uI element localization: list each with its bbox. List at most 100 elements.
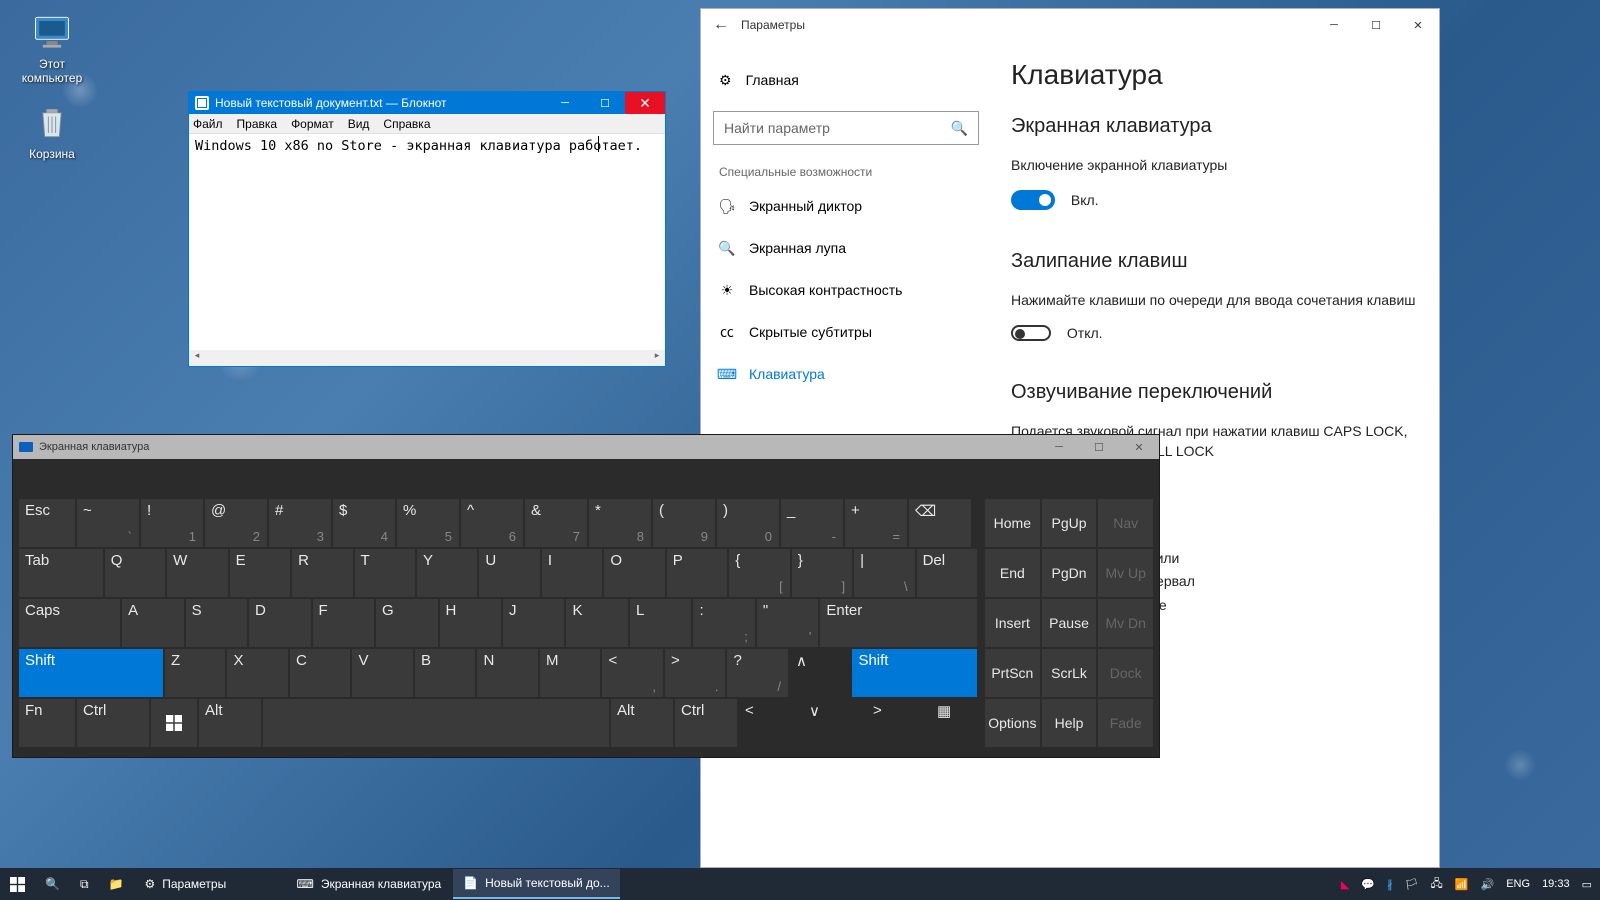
osk-side-key[interactable]: Fade xyxy=(1098,699,1153,747)
osk-side-key[interactable]: ScrLk xyxy=(1042,649,1097,697)
osk-side-key[interactable]: Mv Up xyxy=(1098,549,1153,597)
osk-key[interactable]: D xyxy=(249,599,310,647)
osk-key[interactable]: )0 xyxy=(717,499,779,547)
back-button[interactable]: ← xyxy=(701,16,741,34)
taskbar-app-notepad[interactable]: 📄Новый текстовый до... xyxy=(453,869,620,899)
osk-key[interactable]: Shift xyxy=(19,649,163,697)
osk-key[interactable]: Ctrl xyxy=(77,699,149,747)
close-button[interactable]: ✕ xyxy=(1119,441,1159,454)
osk-key[interactable]: Shift xyxy=(852,649,977,697)
osk-key[interactable] xyxy=(263,699,609,747)
osk-toggle[interactable] xyxy=(1011,190,1055,210)
osk-key[interactable]: ~` xyxy=(77,499,139,547)
osk-key[interactable]: G xyxy=(376,599,437,647)
explorer-button[interactable]: 📁 xyxy=(99,868,134,900)
tray-bluetooth-icon[interactable]: ∦ xyxy=(1387,878,1393,891)
osk-side-key[interactable]: Options xyxy=(985,699,1040,747)
menu-help[interactable]: Справка xyxy=(383,117,430,131)
osk-side-key[interactable]: PgDn xyxy=(1042,549,1097,597)
minimize-button[interactable]: ─ xyxy=(1313,9,1355,41)
osk-key[interactable]: Tab xyxy=(19,549,103,597)
osk-side-key[interactable]: Help xyxy=(1042,699,1097,747)
maximize-button[interactable]: ☐ xyxy=(1355,9,1397,41)
tray-clock[interactable]: 19:33 xyxy=(1542,878,1570,890)
osk-side-key[interactable]: Dock xyxy=(1098,649,1153,697)
osk-key[interactable]: J xyxy=(503,599,564,647)
osk-key[interactable]: "' xyxy=(757,599,818,647)
osk-key[interactable]: _- xyxy=(781,499,843,547)
osk-key[interactable]: |\ xyxy=(854,549,914,597)
osk-key[interactable]: X xyxy=(227,649,288,697)
osk-side-key[interactable]: PgUp xyxy=(1042,499,1097,547)
osk-key[interactable]: Enter xyxy=(820,599,977,647)
osk-key[interactable]: %5 xyxy=(397,499,459,547)
osk-key[interactable]: #3 xyxy=(269,499,331,547)
osk-key[interactable]: @2 xyxy=(205,499,267,547)
nav-home[interactable]: ⚙ Главная xyxy=(713,59,979,101)
taskbar-app-settings[interactable]: ⚙Параметры xyxy=(134,869,284,899)
nav-contrast[interactable]: ☀Высокая контрастность xyxy=(713,269,979,311)
osk-side-key[interactable]: Home xyxy=(985,499,1040,547)
osk-key[interactable]: ⌫ xyxy=(909,499,971,547)
osk-key[interactable]: U xyxy=(479,549,539,597)
osk-key[interactable]: <, xyxy=(602,649,663,697)
menu-edit[interactable]: Правка xyxy=(237,117,278,131)
settings-search[interactable]: Найти параметр 🔍 xyxy=(713,111,979,145)
tray-notifications-icon[interactable]: ▭ xyxy=(1582,878,1592,891)
osk-key[interactable]: Alt xyxy=(199,699,261,747)
tray-volume-icon[interactable]: 🔊 xyxy=(1481,878,1495,891)
osk-key[interactable] xyxy=(151,699,197,747)
osk-key[interactable]: T xyxy=(355,549,415,597)
nav-magnifier[interactable]: 🔍Экранная лупа xyxy=(713,227,979,269)
osk-key[interactable]: {[ xyxy=(729,549,789,597)
tray-network-icon[interactable]: 🖧 xyxy=(1431,875,1443,894)
osk-key[interactable]: >. xyxy=(665,649,726,697)
taskbar-app-osk[interactable]: ⌨Экранная клавиатура xyxy=(286,869,451,899)
osk-key[interactable]: *8 xyxy=(589,499,651,547)
osk-key[interactable]: I xyxy=(542,549,602,597)
osk-key[interactable]: S xyxy=(186,599,247,647)
close-button[interactable]: ✕ xyxy=(1397,9,1439,41)
tray-wifi-icon[interactable]: 📶 xyxy=(1455,878,1469,891)
menu-view[interactable]: Вид xyxy=(348,117,370,131)
osk-key[interactable]: &7 xyxy=(525,499,587,547)
tray-chevron-icon[interactable]: ◣ xyxy=(1341,878,1349,891)
osk-key[interactable]: ?/ xyxy=(727,649,788,697)
osk-key[interactable]: P xyxy=(667,549,727,597)
osk-key[interactable]: Z xyxy=(165,649,226,697)
osk-key[interactable]: }] xyxy=(792,549,852,597)
osk-key[interactable]: :; xyxy=(693,599,754,647)
tray-lang[interactable]: ENG xyxy=(1506,878,1530,890)
osk-key[interactable]: Y xyxy=(417,549,477,597)
osk-key[interactable]: Alt xyxy=(611,699,673,747)
osk-key[interactable]: Q xyxy=(105,549,165,597)
minimize-button[interactable]: ─ xyxy=(1039,441,1079,454)
nav-keyboard[interactable]: ⌨Клавиатура xyxy=(713,353,979,395)
osk-key[interactable]: Fn xyxy=(19,699,75,747)
minimize-button[interactable]: ─ xyxy=(545,92,585,114)
osk-key[interactable]: Caps xyxy=(19,599,120,647)
osk-side-key[interactable]: PrtScn xyxy=(985,649,1040,697)
osk-key[interactable]: W xyxy=(167,549,227,597)
osk-key[interactable]: H xyxy=(440,599,501,647)
osk-key[interactable]: F xyxy=(313,599,374,647)
osk-key[interactable]: += xyxy=(845,499,907,547)
nav-narrator[interactable]: 🗣Экранный диктор xyxy=(713,185,979,227)
osk-key[interactable]: !1 xyxy=(141,499,203,547)
osk-key[interactable]: (9 xyxy=(653,499,715,547)
start-button[interactable] xyxy=(0,868,35,900)
osk-side-key[interactable]: Mv Dn xyxy=(1098,599,1153,647)
osk-key[interactable]: V xyxy=(352,649,413,697)
menu-file[interactable]: Файл xyxy=(193,117,223,131)
osk-key[interactable]: ▦ xyxy=(931,699,977,747)
osk-side-key[interactable]: Pause xyxy=(1042,599,1097,647)
osk-side-key[interactable]: End xyxy=(985,549,1040,597)
osk-key[interactable]: > xyxy=(867,699,929,747)
osk-key[interactable]: Ctrl xyxy=(675,699,737,747)
taskview-button[interactable]: ⧉ xyxy=(70,868,99,900)
osk-key[interactable]: M xyxy=(540,649,601,697)
tray-security-icon[interactable]: 🏳 xyxy=(1405,878,1419,891)
osk-side-key[interactable]: Insert xyxy=(985,599,1040,647)
nav-cc[interactable]: ㏄Скрытые субтитры xyxy=(713,311,979,353)
notepad-textarea[interactable]: Windows 10 x86 no Store - экранная клави… xyxy=(189,134,665,350)
